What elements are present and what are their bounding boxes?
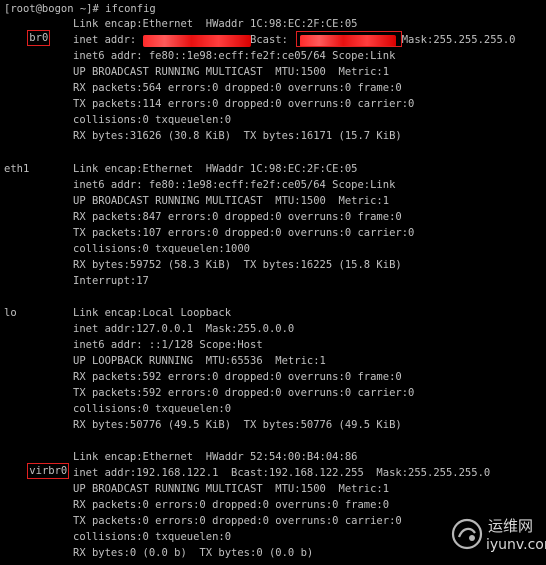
virbr0-line-4: RX packets:0 errors:0 dropped:0 overruns… (73, 499, 390, 511)
terminal-window[interactable]: [root@bogon ~]# ifconfig br0 Link encap:… (0, 0, 546, 565)
eth1-line-7: RX bytes:59752 (58.3 KiB) TX bytes:16225… (73, 259, 402, 271)
br0-line-1: Link encap:Ethernet HWaddr 1C:98:EC:2F:C… (73, 18, 358, 30)
lo-line-2: inet addr:127.0.0.1 Mask:255.0.0.0 (73, 323, 295, 335)
interface-name-eth1: eth1 (4, 163, 30, 175)
br0-line-2: inet addr: Bcast: Mask:255.255.255.0 (73, 34, 516, 46)
virbr0-line-2: inet addr:192.168.122.1 Bcast:192.168.12… (73, 467, 491, 479)
lo-line-5: RX packets:592 errors:0 dropped:0 overru… (73, 371, 402, 383)
eth1-line-8: Interrupt:17 (73, 275, 149, 287)
site-watermark: 运维网 iyunv.com (450, 513, 546, 559)
eth1-line-1: Link encap:Ethernet HWaddr 1C:98:EC:2F:C… (73, 163, 358, 175)
eth1-line-4: RX packets:847 errors:0 dropped:0 overru… (73, 211, 402, 223)
watermark-cn-text: 运维网 (488, 517, 534, 535)
lo-line-1: Link encap:Local Loopback (73, 307, 232, 319)
watermark-url-text: iyunv.com (486, 537, 546, 553)
lo-line-8: RX bytes:50776 (49.5 KiB) TX bytes:50776… (73, 419, 402, 431)
br0-line-7: collisions:0 txqueuelen:0 (73, 114, 232, 126)
virbr0-highlight-box: virbr0 (27, 463, 70, 479)
eth1-line-3: UP BROADCAST RUNNING MULTICAST MTU:1500 … (73, 195, 390, 207)
watermark-logo-icon (451, 518, 483, 550)
interface-name-br0: br0 (4, 17, 51, 59)
lo-line-6: TX packets:592 errors:0 dropped:0 overru… (73, 387, 415, 399)
lo-line-3: inet6 addr: ::1/128 Scope:Host (73, 339, 263, 351)
br0-line-6: TX packets:114 errors:0 dropped:0 overru… (73, 98, 415, 110)
virbr0-line-6: collisions:0 txqueuelen:0 (73, 531, 232, 543)
virbr0-line-7: RX bytes:0 (0.0 b) TX bytes:0 (0.0 b) (73, 547, 314, 559)
interface-name-virbr0: virbr0 (4, 450, 70, 492)
br0-line-5: RX packets:564 errors:0 dropped:0 overru… (73, 82, 402, 94)
lo-line-4: UP LOOPBACK RUNNING MTU:65536 Metric:1 (73, 355, 326, 367)
virbr0-line-5: TX packets:0 errors:0 dropped:0 overruns… (73, 515, 402, 527)
eth1-line-6: collisions:0 txqueuelen:1000 (73, 243, 251, 255)
interface-name-lo: lo (4, 307, 17, 319)
br0-highlight-box: br0 (27, 30, 51, 46)
eth1-line-5: TX packets:107 errors:0 dropped:0 overru… (73, 227, 415, 239)
redacted-inet-addr (143, 35, 251, 47)
bcast-highlight-box (296, 31, 402, 47)
virbr0-line-1: Link encap:Ethernet HWaddr 52:54:00:B4:0… (73, 451, 358, 463)
virbr0-line-3: UP BROADCAST RUNNING MULTICAST MTU:1500 … (73, 483, 390, 495)
lo-line-7: collisions:0 txqueuelen:0 (73, 403, 232, 415)
br0-line-3: inet6 addr: fe80::1e98:ecff:fe2f:ce05/64… (73, 50, 396, 62)
eth1-line-2: inet6 addr: fe80::1e98:ecff:fe2f:ce05/64… (73, 179, 396, 191)
br0-line-8: RX bytes:31626 (30.8 KiB) TX bytes:16171… (73, 130, 402, 142)
br0-line-4: UP BROADCAST RUNNING MULTICAST MTU:1500 … (73, 66, 390, 78)
shell-prompt: [root@bogon ~]# ifconfig (4, 3, 156, 15)
